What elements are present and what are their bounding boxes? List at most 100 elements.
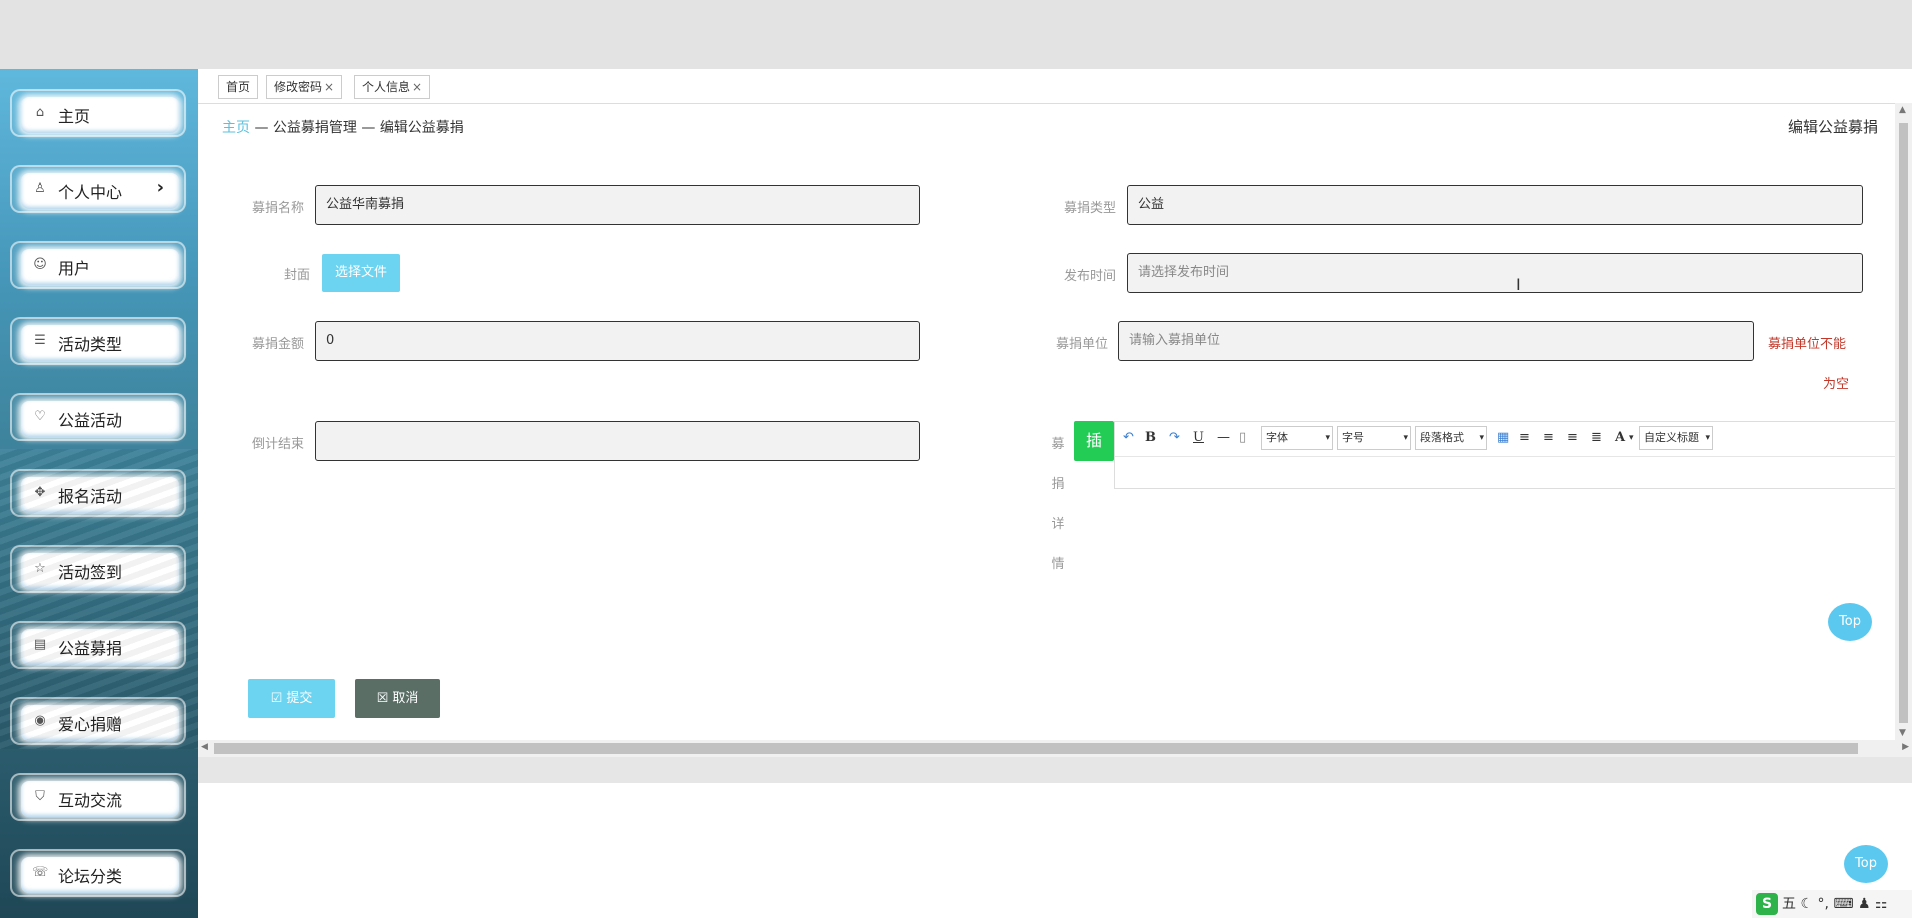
paragraph-format-select[interactable]: 段落格式 ▾ (1415, 426, 1487, 450)
sidebar-item-label: 报名活动 (58, 487, 123, 506)
tab-home[interactable]: 首页 (218, 75, 259, 99)
horizontal-scrollbar[interactable]: ◀ ▶ (198, 740, 1912, 757)
sidebar-item-users[interactable]: ☺ 用户 (10, 241, 186, 289)
tab-label: 个人信息 (362, 80, 411, 94)
redo-icon[interactable]: ↷ (1169, 430, 1180, 445)
font-size-select[interactable]: 字号 ▾ (1337, 426, 1411, 450)
cancel-button[interactable]: ☒ 取消 (355, 679, 440, 718)
tab-personal-info[interactable]: 个人信息 × (354, 75, 431, 99)
sidebar-item-personal-center[interactable]: ♙ 个人中心 › (10, 165, 186, 213)
ime-mode[interactable]: 五 (1782, 896, 1796, 912)
submit-icon: ☑ (270, 691, 287, 706)
table-icon[interactable]: ▦ (1497, 430, 1509, 445)
sidebar-item-home[interactable]: ⌂ 主页 (10, 89, 186, 137)
circle-user-icon: ☺ (33, 257, 47, 272)
sidebar-item-label: 用户 (58, 259, 91, 278)
align-left-icon[interactable]: ≡ (1519, 430, 1530, 445)
chevron-down-icon[interactable]: ▾ (1629, 433, 1634, 443)
back-to-top-button[interactable]: Top (1844, 845, 1888, 883)
target-icon: ◉ (34, 713, 46, 728)
sidebar-item-label: 公益募捐 (58, 639, 123, 658)
amount-input[interactable]: 0 (315, 321, 920, 361)
sidebar-item-label: 互动交流 (58, 791, 123, 810)
breadcrumb-sep: — (356, 120, 380, 136)
publish-time-input[interactable]: 请选择发布时间 (1127, 253, 1863, 293)
insert-button[interactable]: 插 (1074, 421, 1114, 461)
submit-button[interactable]: ☑ 提交 (248, 679, 335, 718)
sidebar-item-label: 活动签到 (58, 563, 123, 582)
sidebar-item-interaction[interactable]: ⛉ 互动交流 (10, 773, 186, 821)
font-family-select[interactable]: 字体 ▾ (1261, 426, 1333, 450)
rich-text-editor[interactable]: ↶ B ↷ U — ▯ 字体 ▾ 字号 ▾ 段落格式 ▾ ▦ ≡ ≡ ≡ ≣ A ▾ … (1114, 421, 1912, 489)
sidebar-item-donations[interactable]: ◉ 爱心捐赠 (10, 697, 186, 745)
sidebar-item-label: 活动类型 (58, 335, 123, 354)
ime-toolbar[interactable]: S五 ☾ °, ⌨ ♟ ⚏ (1752, 890, 1912, 918)
sidebar-item-activity-types[interactable]: ☰ 活动类型 (10, 317, 186, 365)
align-right-icon[interactable]: ≡ (1543, 430, 1554, 445)
unit-error-text: 为空 (1823, 377, 1850, 392)
home-icon: ⌂ (35, 105, 45, 120)
align-center-icon[interactable]: ≡ (1567, 430, 1578, 445)
name-input[interactable]: 公益华南募捐 (315, 185, 920, 225)
cover-label: 封面 (283, 268, 310, 283)
sidebar-item-fundraising[interactable]: ▤ 公益募捐 (10, 621, 186, 669)
tab-label: 首页 (226, 80, 251, 94)
sidebar-item-label: 个人中心 (58, 183, 123, 202)
font-family-value: 字体 (1266, 431, 1288, 444)
countdown-input[interactable] (315, 421, 920, 461)
user-icon: ♙ (34, 181, 46, 196)
underline-button[interactable]: U (1193, 430, 1204, 445)
sidebar-item-registration[interactable]: ✥ 报名活动 (10, 469, 186, 517)
document-icon[interactable]: ▯ (1239, 430, 1246, 445)
type-label: 募捐类型 (1063, 201, 1116, 216)
tab-change-password[interactable]: 修改密码 × (266, 75, 343, 99)
editor-toolbar: ↶ B ↷ U — ▯ 字体 ▾ 字号 ▾ 段落格式 ▾ ▦ ≡ ≡ ≡ ≣ A ▾ … (1115, 422, 1912, 457)
paragraph-format-value: 段落格式 (1420, 431, 1464, 444)
scroll-down-icon[interactable]: ▼ (1899, 728, 1906, 738)
chevron-down-icon: ▾ (1479, 433, 1484, 443)
expand-icon: ✥ (34, 485, 46, 500)
unit-input[interactable]: 请输入募捐单位 (1118, 321, 1754, 361)
sidebar-item-check-in[interactable]: ☆ 活动签到 (10, 545, 186, 593)
align-justify-icon[interactable]: ≣ (1591, 430, 1602, 445)
ime-logo-icon: S (1756, 893, 1778, 915)
type-input[interactable]: 公益 (1127, 185, 1863, 225)
font-color-button[interactable]: A (1615, 430, 1625, 445)
ime-extras-icons[interactable]: ☾ °, ⌨ ♟ ⚏ (1800, 896, 1887, 912)
scroll-up-icon[interactable]: ▲ (1899, 105, 1906, 115)
breadcrumb-level1: 公益募捐管理 (272, 120, 357, 136)
list-icon: ☰ (34, 333, 46, 348)
heart-icon: ♡ (34, 409, 46, 424)
submit-label: 提交 (286, 691, 313, 706)
chevron-down-icon: ▾ (1325, 433, 1330, 443)
scroll-right-icon[interactable]: ▶ (1902, 742, 1909, 752)
unit-error-text: 募捐单位不能 (1768, 337, 1847, 352)
custom-title-select[interactable]: 自定义标题 ▾ (1639, 426, 1713, 450)
horizontal-rule-icon[interactable]: — (1217, 430, 1230, 445)
sidebar-item-label: 爱心捐赠 (58, 715, 123, 734)
countdown-label: 倒计结束 (251, 437, 304, 452)
scroll-thumb[interactable] (1899, 123, 1908, 723)
vertical-scrollbar[interactable]: ▲ ▼ (1895, 103, 1912, 740)
close-icon[interactable]: × (412, 80, 422, 94)
sidebar-item-forum-categories[interactable]: ☏ 论坛分类 (10, 849, 186, 897)
chevron-right-icon: › (156, 177, 164, 198)
detail-label-char: 捐 (1051, 477, 1065, 492)
scroll-left-icon[interactable]: ◀ (201, 742, 208, 752)
main-content: 首页 修改密码 × 个人信息 × 主页 — 公益募捐管理 — 编辑公益募捐 编辑公益… (198, 69, 1912, 918)
breadcrumb-home-link[interactable]: 主页 (222, 120, 250, 136)
back-to-top-button[interactable]: Top (1828, 603, 1872, 641)
breadcrumb-sep: — (250, 120, 273, 136)
chat-icon: ☏ (32, 865, 49, 880)
publish-time-label: 发布时间 (1063, 269, 1116, 284)
cancel-icon: ☒ (376, 691, 393, 706)
sidebar-item-charity-activities[interactable]: ♡ 公益活动 (10, 393, 186, 441)
star-icon: ☆ (34, 561, 46, 576)
undo-icon[interactable]: ↶ (1123, 430, 1134, 445)
chart-icon: ▤ (33, 637, 47, 652)
bold-button[interactable]: B (1145, 430, 1156, 445)
close-icon[interactable]: × (324, 80, 334, 94)
chevron-down-icon: ▾ (1705, 433, 1710, 443)
scroll-thumb[interactable] (214, 743, 1858, 754)
choose-file-button[interactable]: 选择文件 (322, 254, 400, 292)
